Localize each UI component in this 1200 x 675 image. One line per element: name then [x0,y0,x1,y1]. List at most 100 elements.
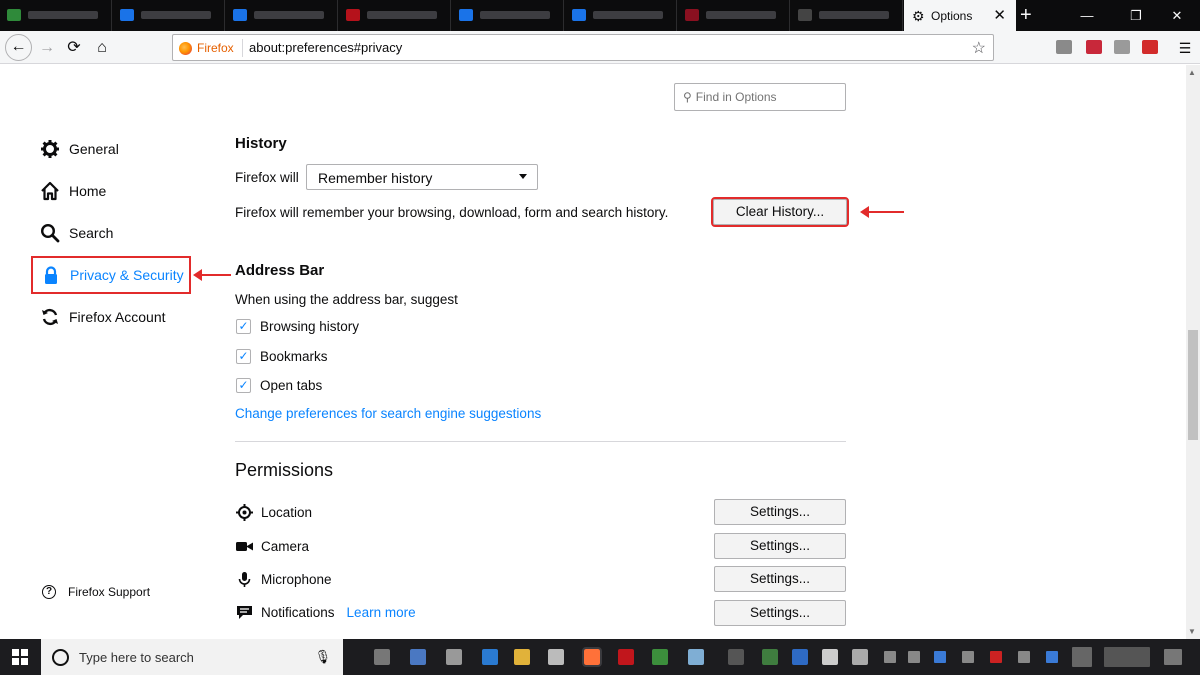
notifications-settings-button[interactable]: Settings... [714,600,846,626]
identity-label: Firefox [197,41,234,55]
taskbar-app-icon[interactable] [652,649,668,665]
lock-icon [41,265,61,285]
close-window-button[interactable]: ✕ [1154,0,1200,31]
taskbar-app-icon[interactable] [374,649,390,665]
checkbox-label: Bookmarks [260,349,328,364]
taskbar-app-icon[interactable] [446,649,462,665]
sidebar-item-label: Search [69,225,114,241]
scrollbar-thumb[interactable] [1188,330,1198,440]
sidebar-item-firefox-account[interactable]: Firefox Account [40,305,166,329]
address-bar-heading: Address Bar [235,262,325,279]
tray-icon[interactable] [990,651,1002,663]
tab-options[interactable]: ⚙ Options ✕ [904,0,1016,31]
sync-icon [40,307,60,327]
firefox-support-link[interactable]: ? Firefox Support [42,585,150,599]
tab-blurred[interactable] [0,0,112,31]
find-in-options-input[interactable]: ⚲ Find in Options [674,83,846,111]
taskbar-app-icon[interactable] [548,649,564,665]
sidebar-item-privacy-security[interactable]: Privacy & Security [31,256,191,294]
identity-box[interactable]: Firefox [179,39,243,57]
sidebar-item-search[interactable]: Search [40,221,113,245]
tray-icon[interactable] [1018,651,1030,663]
extension-icon[interactable] [1142,40,1158,54]
checkbox-open-tabs[interactable]: ✓ Open tabs [236,378,322,393]
tab-blurred[interactable] [565,0,677,31]
taskbar-search-box[interactable]: Type here to search 🎙︎ [41,639,343,675]
taskbar-app-icon[interactable] [762,649,778,665]
annotation-arrow [193,269,231,281]
home-button[interactable]: ⌂ [89,35,115,61]
checkbox-bookmarks[interactable]: ✓ Bookmarks [236,349,328,364]
camera-icon [236,538,253,555]
search-suggestions-link[interactable]: Change preferences for search engine sug… [235,406,541,421]
permission-location: Location [236,504,312,521]
checkmark-icon[interactable]: ✓ [236,378,251,393]
extension-icon[interactable] [1056,40,1072,54]
support-label: Firefox Support [68,585,151,599]
sidebar-item-home[interactable]: Home [40,179,106,203]
taskbar-app-icon[interactable] [822,649,838,665]
new-tab-button[interactable]: + [1020,3,1032,27]
taskbar-app-icon[interactable] [688,649,704,665]
search-icon [40,223,60,243]
windows-start-icon[interactable] [12,649,28,665]
scroll-down-icon[interactable]: ▼ [1188,627,1196,636]
tab-blurred[interactable] [339,0,451,31]
tab-blurred[interactable] [791,0,903,31]
tray-icon[interactable] [1072,647,1092,667]
reload-button[interactable]: ⟳ [61,35,87,61]
firefox-taskbar-icon[interactable] [582,647,602,667]
camera-settings-button[interactable]: Settings... [714,533,846,559]
location-settings-button[interactable]: Settings... [714,499,846,525]
url-bar[interactable]: Firefox about:preferences#privacy ☆ [172,34,994,61]
cortana-icon [52,648,69,666]
taskbar-app-icon[interactable] [852,649,868,665]
tab-blurred[interactable] [678,0,790,31]
microphone-icon[interactable]: 🎙︎ [314,649,331,665]
history-mode-select[interactable]: Remember history [306,164,538,190]
url-text[interactable]: about:preferences#privacy [249,40,402,55]
taskbar: Type here to search 🎙︎ [0,639,1200,675]
address-bar-intro: When using the address bar, suggest [235,292,458,307]
menu-icon[interactable]: ☰ [1172,35,1198,61]
preferences-page: ⚲ Find in Options General Home Search Pri… [0,65,1186,639]
bookmark-star-icon[interactable]: ☆ [972,38,986,58]
permission-label: Notifications [261,605,335,620]
tray-icon[interactable] [934,651,946,663]
vertical-scrollbar[interactable]: ▲ ▼ [1186,65,1200,639]
sidebar-item-label: General [69,141,119,157]
close-tab-icon[interactable]: ✕ [993,6,1006,24]
tray-icon[interactable] [884,651,896,663]
taskbar-app-icon[interactable] [482,649,498,665]
permission-label: Camera [261,539,310,554]
tab-blurred[interactable] [113,0,225,31]
back-button[interactable]: ← [5,34,32,61]
permission-label: Microphone [261,572,332,587]
tab-blurred[interactable] [226,0,338,31]
sidebar-item-general[interactable]: General [40,137,119,161]
notification-center-icon[interactable] [1164,649,1182,665]
extension-icon[interactable] [1114,40,1130,54]
extension-icon[interactable] [1086,40,1102,54]
checkmark-icon[interactable]: ✓ [236,319,251,334]
taskbar-app-icon[interactable] [410,649,426,665]
taskbar-app-icon[interactable] [728,649,744,665]
learn-more-link[interactable]: Learn more [347,605,416,620]
scroll-up-icon[interactable]: ▲ [1188,68,1196,77]
minimize-button[interactable]: — [1064,0,1110,31]
microphone-settings-button[interactable]: Settings... [714,566,846,592]
tab-blurred[interactable] [452,0,564,31]
clock[interactable] [1104,647,1150,667]
checkmark-icon[interactable]: ✓ [236,349,251,364]
tray-icon[interactable] [962,651,974,663]
permissions-heading: Permissions [235,460,334,480]
taskbar-app-icon[interactable] [514,649,530,665]
restore-button[interactable]: ❐ [1113,0,1159,31]
checkbox-browsing-history[interactable]: ✓ Browsing history [236,319,359,334]
tray-icon[interactable] [908,651,920,663]
taskbar-app-icon[interactable] [792,649,808,665]
forward-button[interactable]: → [34,35,60,61]
tray-icon[interactable] [1046,651,1058,663]
taskbar-app-icon[interactable] [618,649,634,665]
clear-history-button[interactable]: Clear History... [711,197,849,227]
